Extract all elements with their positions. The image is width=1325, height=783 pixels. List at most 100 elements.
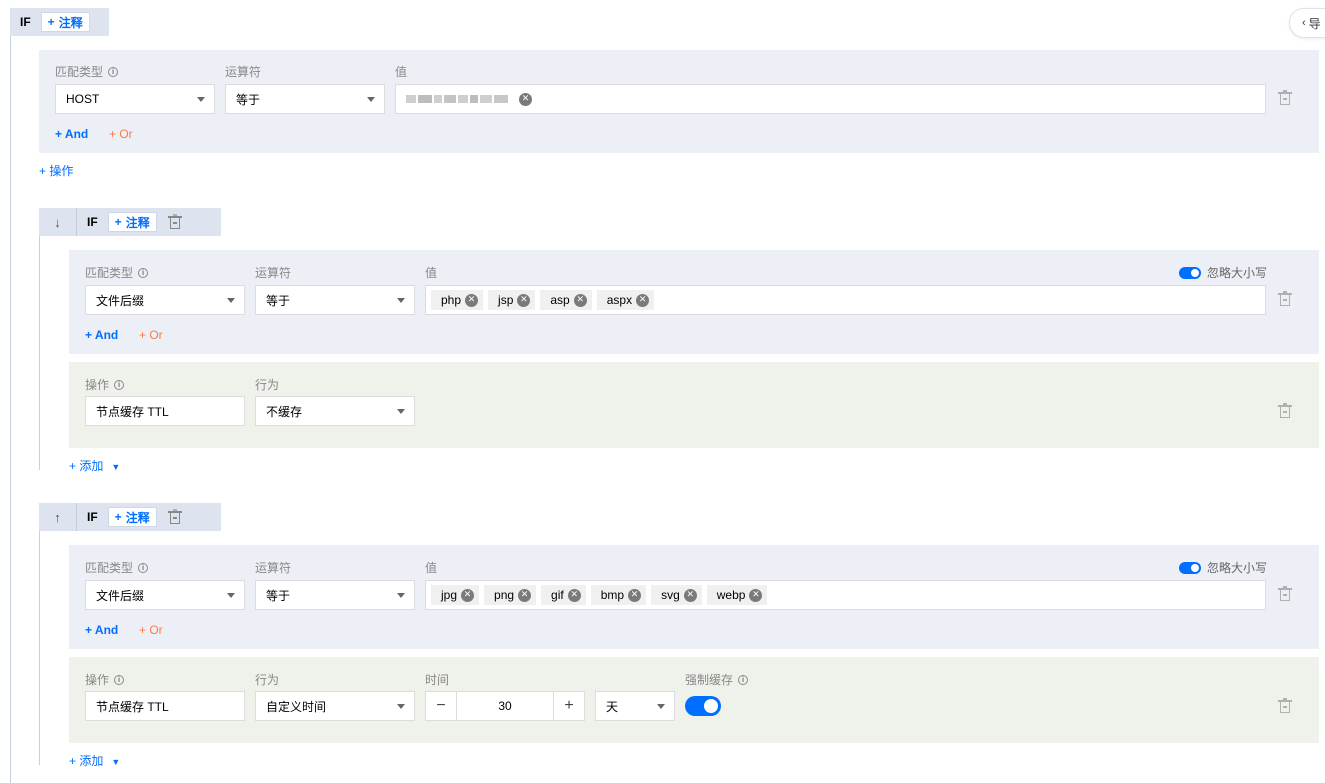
- value-tag-input[interactable]: jpg ✕ png ✕ gif ✕ bmp ✕ svg ✕ webp ✕: [425, 580, 1266, 610]
- time-unit-value: 天: [606, 699, 619, 714]
- behavior-value: 自定义时间: [266, 699, 327, 714]
- value-tag-input[interactable]: php ✕ jsp ✕ asp ✕ aspx ✕: [425, 285, 1266, 315]
- value-tag: gif ✕: [541, 585, 586, 605]
- add-action-button[interactable]: + 操作: [39, 162, 73, 179]
- increment-button[interactable]: +: [554, 692, 584, 720]
- operator-select[interactable]: 等于: [255, 580, 415, 610]
- delete-condition-button[interactable]: [1278, 586, 1292, 602]
- chevron-down-icon: [197, 97, 205, 102]
- minus-icon: −: [436, 697, 446, 714]
- add-dropdown-button[interactable]: + 添加 ▼: [69, 752, 120, 769]
- operator-select[interactable]: 等于: [255, 285, 415, 315]
- chevron-down-icon: [367, 97, 375, 102]
- close-icon[interactable]: ✕: [517, 293, 531, 307]
- ignore-case-label: 忽略大小写: [1207, 266, 1268, 280]
- close-icon[interactable]: ✕: [628, 588, 642, 602]
- add-and-button[interactable]: + And: [85, 623, 118, 637]
- info-icon: i: [138, 267, 149, 278]
- behavior-label: 行为: [255, 378, 280, 392]
- add-and-button[interactable]: + And: [55, 127, 88, 141]
- close-icon[interactable]: ✕: [749, 588, 763, 602]
- tag-remove[interactable]: ✕: [515, 89, 532, 109]
- action-field[interactable]: 节点缓存 TTL: [85, 691, 245, 721]
- if-label: IF: [87, 510, 98, 524]
- time-value[interactable]: 30: [456, 692, 554, 720]
- delete-rule-button[interactable]: [157, 503, 193, 531]
- operator-label: 运算符: [255, 266, 292, 280]
- delete-action-button[interactable]: [1278, 403, 1292, 419]
- add-note-button[interactable]: + 注释: [40, 12, 90, 32]
- action-value: 节点缓存 TTL: [96, 699, 169, 714]
- move-down-button[interactable]: ↓: [39, 208, 77, 236]
- chevron-down-icon: [227, 593, 235, 598]
- action-label: 操作 i: [85, 376, 125, 393]
- side-panel-label: 导: [1308, 16, 1321, 31]
- toggle-switch[interactable]: [1179, 561, 1201, 574]
- match-type-select[interactable]: 文件后缀: [85, 580, 245, 610]
- add-and-button[interactable]: + And: [85, 328, 118, 342]
- chevron-down-icon: [397, 298, 405, 303]
- value-tag: php ✕: [431, 290, 484, 310]
- action-field[interactable]: 节点缓存 TTL: [85, 396, 245, 426]
- operator-select[interactable]: 等于: [225, 84, 385, 114]
- match-type-value: 文件后缀: [96, 293, 145, 308]
- chevron-down-icon: [657, 704, 665, 709]
- close-icon[interactable]: ✕: [567, 588, 581, 602]
- rule3-if-header: ↑ IF + 注释: [39, 503, 221, 531]
- time-label: 时间: [425, 673, 450, 687]
- force-cache-toggle[interactable]: [685, 696, 721, 716]
- match-type-value: HOST: [66, 92, 100, 106]
- add-dropdown-button[interactable]: + 添加 ▼: [69, 457, 120, 474]
- close-icon[interactable]: ✕: [518, 588, 532, 602]
- close-icon[interactable]: ✕: [636, 293, 650, 307]
- action-label: 操作 i: [85, 671, 125, 688]
- delete-condition-button[interactable]: [1278, 291, 1292, 307]
- value-label: 值: [425, 561, 438, 575]
- add-or-button[interactable]: + Or: [139, 328, 163, 342]
- behavior-label: 行为: [255, 673, 280, 687]
- toggle-switch[interactable]: [1179, 266, 1201, 279]
- plus-icon: +: [564, 697, 574, 714]
- rule2-if-header: ↓ IF + 注释: [39, 208, 221, 236]
- plus-icon: +: [47, 15, 55, 29]
- value-tag-input[interactable]: ✕: [395, 84, 1266, 114]
- add-or-button[interactable]: + Or: [109, 127, 133, 141]
- value-tag: bmp ✕: [590, 585, 647, 605]
- value-tag: aspx ✕: [596, 290, 655, 310]
- close-icon[interactable]: ✕: [465, 293, 479, 307]
- match-type-select[interactable]: HOST: [55, 84, 215, 114]
- ignore-case-label: 忽略大小写: [1207, 561, 1268, 575]
- match-type-select[interactable]: 文件后缀: [85, 285, 245, 315]
- operator-value: 等于: [266, 293, 291, 308]
- info-icon: i: [108, 66, 119, 77]
- delete-rule-button[interactable]: [157, 208, 193, 236]
- operator-label: 运算符: [225, 65, 262, 79]
- ignore-case-toggle[interactable]: 忽略大小写: [1179, 559, 1267, 576]
- match-type-label: 匹配类型 i: [55, 63, 119, 80]
- plus-icon: +: [114, 215, 122, 229]
- delete-action-button[interactable]: [1278, 698, 1292, 714]
- add-note-button[interactable]: + 注释: [107, 212, 157, 232]
- chevron-down-icon: [397, 409, 405, 414]
- add-note-button[interactable]: + 注释: [107, 507, 157, 527]
- value-tag: jpg ✕: [431, 585, 480, 605]
- time-unit-select[interactable]: 天: [595, 691, 675, 721]
- info-icon: i: [738, 674, 749, 685]
- decrement-button[interactable]: −: [426, 692, 456, 720]
- close-icon[interactable]: ✕: [461, 588, 475, 602]
- close-icon[interactable]: ✕: [573, 293, 587, 307]
- time-stepper[interactable]: − 30 +: [425, 691, 585, 721]
- behavior-select[interactable]: 不缓存: [255, 396, 415, 426]
- match-type-label: 匹配类型 i: [85, 264, 149, 281]
- behavior-select[interactable]: 自定义时间: [255, 691, 415, 721]
- add-or-button[interactable]: + Or: [139, 623, 163, 637]
- operator-label: 运算符: [255, 561, 292, 575]
- move-up-button[interactable]: ↑: [39, 503, 77, 531]
- blurred-host-tag: [401, 89, 515, 109]
- trash-icon: [167, 509, 182, 525]
- delete-condition-button[interactable]: [1278, 90, 1292, 106]
- value-label: 值: [395, 65, 408, 79]
- side-panel-tab[interactable]: ‹ 导: [1289, 8, 1325, 38]
- close-icon[interactable]: ✕: [683, 588, 697, 602]
- ignore-case-toggle[interactable]: 忽略大小写: [1179, 264, 1267, 281]
